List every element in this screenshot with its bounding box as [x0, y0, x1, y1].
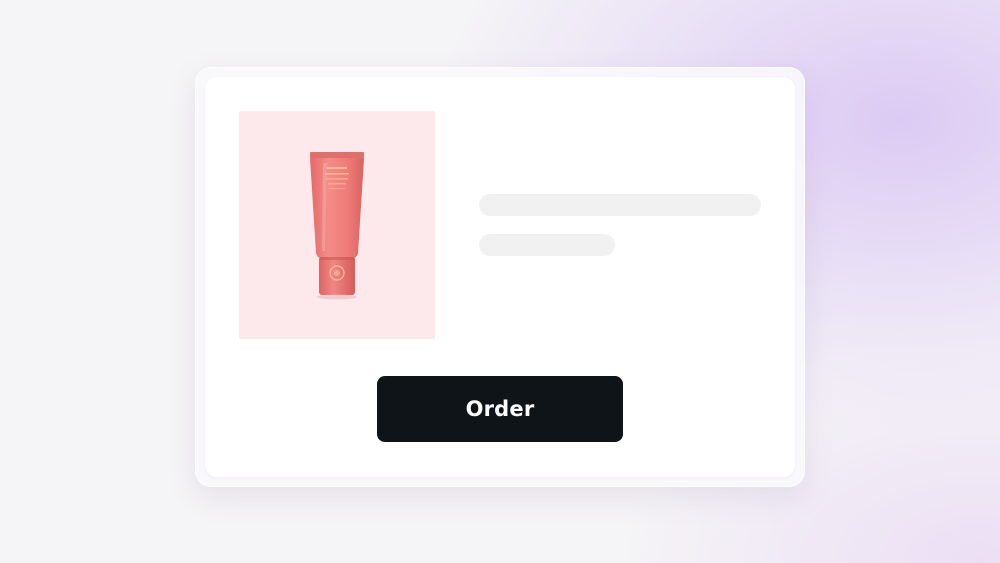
product-image[interactable] — [239, 111, 435, 339]
product-card: Order — [205, 77, 795, 477]
product-title-placeholder — [479, 194, 761, 216]
cosmetic-tube-icon — [310, 152, 364, 300]
product-price-placeholder — [479, 234, 615, 256]
order-button[interactable]: Order — [377, 376, 623, 442]
